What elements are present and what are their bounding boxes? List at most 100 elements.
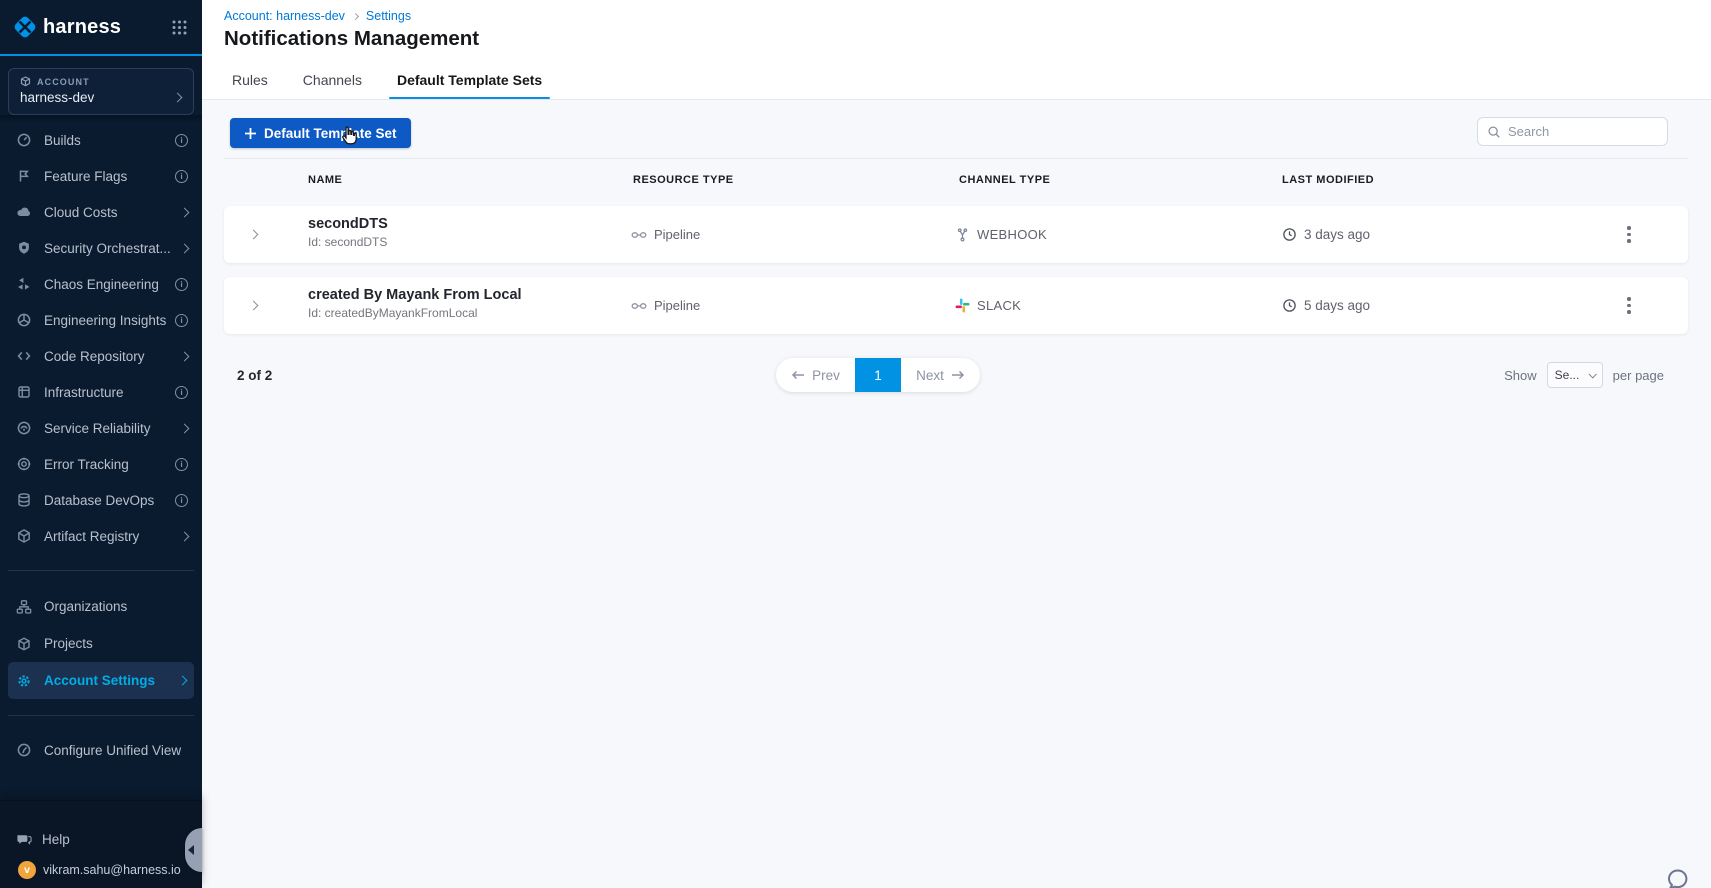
row-expander-icon[interactable] <box>242 277 264 334</box>
breadcrumb-settings-link[interactable]: Settings <box>366 9 411 23</box>
scope-nav: Organizations Projects Account Settings <box>0 588 202 699</box>
chevron-right-icon <box>179 243 190 253</box>
search-input[interactable] <box>1508 124 1684 139</box>
template-set-id: Id: secondDTS <box>308 235 388 249</box>
clock-icon <box>1282 227 1297 242</box>
channel-type-cell: SLACK <box>955 277 1021 334</box>
info-icon[interactable] <box>175 313 188 327</box>
search-icon <box>1487 125 1501 139</box>
sidebar-item-artifact-registry[interactable]: Artifact Registry <box>0 518 202 554</box>
tab-channels[interactable]: Channels <box>295 65 370 99</box>
sidebar-item-account-settings[interactable]: Account Settings <box>8 662 194 699</box>
column-header-channel-type: CHANNEL TYPE <box>959 174 1051 186</box>
collapse-arrow-icon <box>188 845 194 855</box>
sidebar-item-feature-flags[interactable]: Feature Flags <box>0 158 202 194</box>
new-default-template-set-button[interactable]: Default Template Set <box>230 118 411 148</box>
configure-icon <box>16 742 32 758</box>
tab-rules[interactable]: Rules <box>224 65 276 99</box>
builds-icon <box>16 132 32 148</box>
info-icon[interactable] <box>175 493 188 507</box>
artifact-registry-icon <box>16 528 32 544</box>
sidebar-item-builds[interactable]: Builds <box>0 122 202 158</box>
page-title: Notifications Management <box>224 27 480 50</box>
infrastructure-icon <box>16 384 32 400</box>
chevron-right-icon <box>177 675 188 686</box>
support-chat-icon[interactable] <box>1662 864 1694 888</box>
resource-type-cell: Pipeline <box>631 206 700 263</box>
column-header-last-modified: LAST MODIFIED <box>1282 174 1375 186</box>
sidebar-item-chaos-engineering[interactable]: Chaos Engineering <box>0 266 202 302</box>
sidebar-collapse-handle[interactable] <box>185 828 202 872</box>
logo-accent-divider <box>0 54 202 56</box>
row-expander-icon[interactable] <box>242 206 264 263</box>
pipeline-icon <box>631 298 647 314</box>
app-root: harness ACCOUNT harness-dev Builds i Fea… <box>0 0 1711 888</box>
cloud-costs-icon <box>16 204 32 220</box>
sidebar-divider <box>8 570 194 571</box>
info-icon[interactable] <box>175 169 188 183</box>
next-page-button[interactable]: Next <box>901 358 980 392</box>
page-header: Account: harness-dev Settings Notificati… <box>202 0 1711 100</box>
table-row[interactable]: created By Mayank From Local Id: created… <box>224 277 1688 334</box>
sidebar-item-organizations[interactable]: Organizations <box>0 588 202 625</box>
sidebar-item-code-repository[interactable]: Code Repository <box>0 338 202 374</box>
tab-bar: Rules Channels Default Template Sets <box>224 65 551 99</box>
breadcrumb: Account: harness-dev Settings <box>224 9 411 23</box>
info-icon[interactable] <box>175 133 188 147</box>
chevron-right-icon <box>179 351 190 361</box>
prev-page-button[interactable]: Prev <box>776 358 855 392</box>
code-repository-icon <box>16 348 32 364</box>
tab-default-template-sets[interactable]: Default Template Sets <box>388 65 551 99</box>
sidebar-item-database-devops[interactable]: Database DevOps <box>0 482 202 518</box>
module-nav: Builds Feature Flags Cloud Costs Securit… <box>0 122 202 554</box>
arrow-right-icon <box>951 369 965 381</box>
sidebar-item-infrastructure[interactable]: Infrastructure <box>0 374 202 410</box>
help-button[interactable]: Help <box>0 821 202 857</box>
harness-logo-icon <box>12 14 38 40</box>
user-menu[interactable]: v vikram.sahu@harness.io <box>0 861 202 879</box>
sidebar-item-configure-unified-view[interactable]: Configure Unified View <box>0 732 202 768</box>
row-menu-kebab-icon[interactable] <box>1618 206 1640 263</box>
row-menu-kebab-icon[interactable] <box>1618 277 1640 334</box>
account-selector[interactable]: ACCOUNT harness-dev <box>8 68 194 115</box>
sidebar-item-service-reliability[interactable]: Service Reliability <box>0 410 202 446</box>
service-reliability-icon <box>16 420 32 436</box>
security-orchestration-icon <box>16 240 32 256</box>
template-set-id: Id: createdByMayankFromLocal <box>308 306 478 320</box>
feature-flags-icon <box>16 168 32 184</box>
pipeline-icon <box>631 227 647 243</box>
info-icon[interactable] <box>175 277 188 291</box>
table-header: NAME RESOURCE TYPE CHANNEL TYPE LAST MOD… <box>224 158 1688 194</box>
account-label: ACCOUNT <box>37 76 90 87</box>
breadcrumb-account-link[interactable]: Account: harness-dev <box>224 9 345 23</box>
chevron-right-icon <box>179 423 190 433</box>
template-set-name: created By Mayank From Local <box>308 287 522 303</box>
page-size-select[interactable]: Se... <box>1546 362 1603 388</box>
sidebar-item-error-tracking[interactable]: Error Tracking <box>0 446 202 482</box>
clock-icon <box>1282 298 1297 313</box>
avatar: v <box>18 861 36 879</box>
sidebar-item-cloud-costs[interactable]: Cloud Costs <box>0 194 202 230</box>
pagination-summary: 2 of 2 <box>237 368 273 383</box>
account-name: harness-dev <box>20 90 95 105</box>
engineering-insights-icon <box>16 312 32 328</box>
sidebar-item-engineering-insights[interactable]: Engineering Insights <box>0 302 202 338</box>
webhook-icon <box>955 227 970 242</box>
breadcrumb-separator-icon <box>351 12 359 20</box>
gear-icon <box>16 673 32 689</box>
projects-icon <box>16 636 32 652</box>
info-icon[interactable] <box>175 457 188 471</box>
page-1-button[interactable]: 1 <box>855 358 901 392</box>
harness-logo[interactable]: harness <box>0 0 202 54</box>
sidebar-item-projects[interactable]: Projects <box>0 625 202 662</box>
pagination: Prev 1 Next <box>776 358 980 392</box>
channel-type-cell: WEBHOOK <box>955 206 1047 263</box>
module-grid-icon[interactable] <box>171 19 188 36</box>
table-row[interactable]: secondDTS Id: secondDTS Pipeline WEBHOOK… <box>224 206 1688 263</box>
sidebar-item-security-orchestration[interactable]: Security Orchestrat... <box>0 230 202 266</box>
info-icon[interactable] <box>175 385 188 399</box>
database-devops-icon <box>16 492 32 508</box>
last-modified-cell: 5 days ago <box>1282 277 1370 334</box>
chevron-down-icon <box>1588 370 1597 379</box>
column-header-name: NAME <box>308 174 343 186</box>
